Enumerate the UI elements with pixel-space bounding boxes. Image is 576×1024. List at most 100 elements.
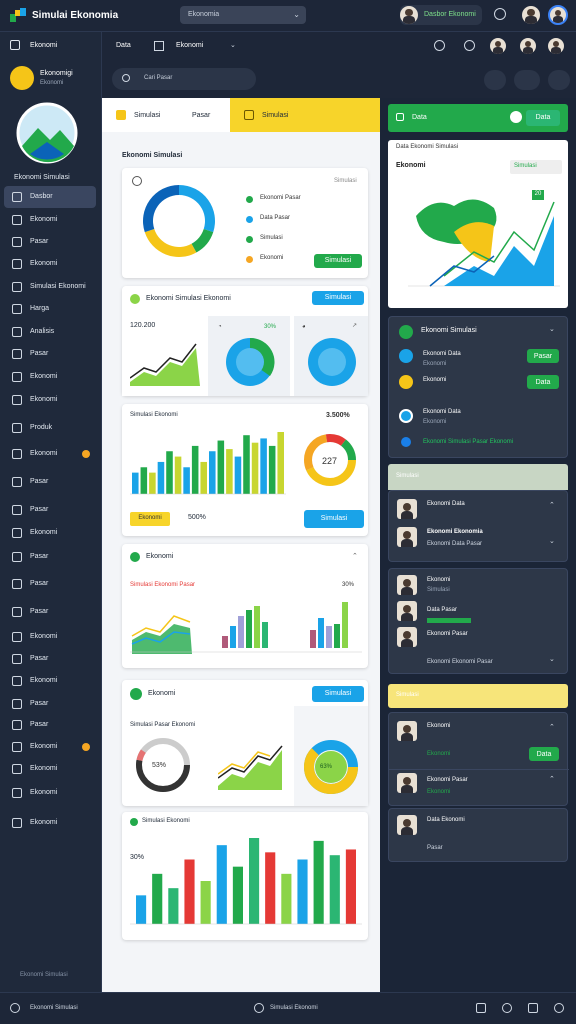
chevron-down-icon[interactable]: ⌄ bbox=[549, 325, 555, 333]
main-panel: Simulasi Pasar Simulasi Ekonomi Simulasi… bbox=[102, 98, 380, 992]
list-item-label: Ekonomi bbox=[423, 377, 447, 383]
right-list-panel-5: Data Ekonomi Pasar bbox=[388, 808, 568, 862]
sidebar-item[interactable]: Pasar bbox=[4, 471, 96, 493]
sidebar-item[interactable]: Ekonomi bbox=[4, 253, 96, 275]
search-input[interactable]: Cari Pasar bbox=[112, 68, 256, 90]
chat-icon[interactable] bbox=[528, 1003, 538, 1013]
notification-button[interactable] bbox=[484, 70, 506, 90]
avatar[interactable] bbox=[520, 38, 536, 54]
menu-item-icon bbox=[12, 237, 22, 247]
sidebar-item-label: Ekonomi bbox=[30, 373, 58, 380]
profile-pill-label: Dasbor Ekonomi bbox=[424, 11, 476, 18]
settings-icon[interactable] bbox=[494, 8, 506, 20]
card-badge[interactable]: Simulasi bbox=[510, 160, 562, 174]
globe-icon bbox=[399, 325, 413, 339]
help-icon[interactable] bbox=[464, 40, 475, 51]
menu-button[interactable] bbox=[548, 70, 570, 90]
line-chart-icon bbox=[130, 343, 200, 386]
message-button[interactable] bbox=[514, 70, 540, 90]
list-item-button[interactable]: Data bbox=[529, 747, 559, 761]
sidebar-item[interactable]: Ekonomi bbox=[4, 782, 96, 804]
sidebar-item[interactable]: Ekonomi bbox=[4, 626, 96, 648]
sidebar-item[interactable]: Pasar bbox=[4, 693, 96, 715]
banner-toggle-icon[interactable] bbox=[510, 111, 522, 123]
list-item-label: Data Pasar bbox=[427, 607, 458, 613]
avatar bbox=[400, 6, 418, 24]
list-item-button[interactable]: Data bbox=[527, 375, 559, 389]
chevron-up-icon[interactable]: ⌃ bbox=[549, 723, 555, 731]
menu-item-icon bbox=[12, 349, 22, 359]
sidebar-item[interactable]: Ekonomi bbox=[4, 758, 96, 780]
avatar[interactable] bbox=[522, 6, 540, 24]
sidebar-item[interactable]: Pasar bbox=[4, 343, 96, 365]
sidebar-item[interactable]: Ekonomi bbox=[4, 366, 96, 388]
menu-item-icon bbox=[12, 818, 22, 828]
simulasi-button[interactable]: Simulasi bbox=[312, 291, 364, 305]
sidebar-item[interactable]: Ekonomi bbox=[4, 670, 96, 692]
top-profile-pill[interactable]: Dasbor Ekonomi bbox=[400, 5, 482, 25]
banner-button[interactable]: Data bbox=[526, 110, 560, 126]
sidebar-item[interactable]: Pasar bbox=[4, 231, 96, 253]
home-icon bbox=[10, 40, 20, 50]
tab-pasar[interactable]: Pasar bbox=[192, 112, 210, 119]
bottom-bar-chart-card: Simulasi Ekonomi 30% bbox=[122, 812, 368, 940]
chevron-up-icon[interactable]: ⌃ bbox=[352, 552, 358, 560]
sidebar-item[interactable]: Ekonomi bbox=[4, 736, 96, 758]
tab-simulasi[interactable]: Simulasi bbox=[134, 112, 160, 119]
sidebar-item[interactable]: Analisis bbox=[4, 321, 96, 343]
bar bbox=[251, 442, 259, 494]
avatar[interactable] bbox=[548, 38, 564, 54]
sidebar-item[interactable]: Simulasi Ekonomi bbox=[4, 276, 96, 298]
pie-chart bbox=[308, 338, 356, 386]
settings-icon[interactable] bbox=[554, 1003, 564, 1013]
list-item-link[interactable]: Ekonomi Simulasi Pasar Ekonomi bbox=[423, 439, 513, 445]
sidebar-item[interactable]: Pasar bbox=[4, 601, 96, 623]
toolbar-tab-data[interactable]: Data bbox=[116, 42, 131, 49]
avatar[interactable] bbox=[490, 38, 506, 54]
gauge-card: Ekonomi Simulasi Simulasi Pasar Ekonomi … bbox=[122, 680, 368, 806]
sidebar-item[interactable]: Dasbor bbox=[4, 186, 96, 208]
list-item-sub: Ekonomi bbox=[423, 361, 447, 367]
sidebar-item[interactable]: Harga bbox=[4, 298, 96, 320]
sidebar-item[interactable]: Pasar bbox=[4, 648, 96, 670]
avatar bbox=[397, 575, 417, 595]
sidebar-item[interactable]: Ekonomi bbox=[4, 443, 96, 465]
expand-icon[interactable]: ↗ bbox=[352, 322, 357, 329]
avatar[interactable] bbox=[548, 5, 568, 25]
sidebar-header: Ekonomi bbox=[30, 42, 58, 49]
chevron-up-icon[interactable]: ⌃ bbox=[549, 775, 555, 783]
tag[interactable]: Ekonomi bbox=[130, 512, 170, 526]
chevron-down-icon: ⌄ bbox=[293, 10, 300, 19]
sidebar-item[interactable]: Pasar bbox=[4, 499, 96, 521]
sidebar-item[interactable]: Ekonomi bbox=[4, 389, 96, 411]
chevron-up-icon[interactable]: ⌃ bbox=[549, 501, 555, 509]
sidebar-item[interactable]: Ekonomi bbox=[4, 812, 96, 834]
list-item-button[interactable]: Pasar bbox=[527, 349, 559, 363]
refresh-icon[interactable] bbox=[434, 40, 445, 51]
list-item-sub: Ekonomi bbox=[427, 789, 451, 795]
sidebar-item[interactable]: Ekonomi bbox=[4, 209, 96, 231]
globe-icon[interactable] bbox=[254, 1003, 264, 1013]
sidebar-item-label: Analisis bbox=[30, 328, 55, 335]
chevron-down-icon[interactable]: ⌄ bbox=[230, 41, 236, 49]
sidebar-item[interactable]: Produk bbox=[4, 417, 96, 439]
top-search-dropdown[interactable]: Ekonomia ⌄ bbox=[180, 6, 306, 24]
user-avatar[interactable] bbox=[10, 66, 34, 90]
tab-active-simulasi[interactable]: Simulasi bbox=[230, 98, 380, 132]
sidebar-item[interactable]: Pasar bbox=[4, 546, 96, 568]
sidebar-item[interactable]: Pasar bbox=[4, 573, 96, 595]
simulasi-button[interactable]: Simulasi bbox=[304, 510, 364, 528]
user-icon[interactable] bbox=[10, 1003, 20, 1013]
simulasi-button[interactable]: Simulasi bbox=[314, 254, 362, 268]
info-icon[interactable] bbox=[476, 1003, 486, 1013]
sidebar-item[interactable]: Pasar bbox=[4, 714, 96, 736]
progress-bar bbox=[427, 618, 471, 623]
sidebar-item[interactable]: Ekonomi bbox=[4, 522, 96, 544]
chevron-down-icon[interactable]: ⌄ bbox=[549, 537, 555, 545]
help-icon[interactable] bbox=[502, 1003, 512, 1013]
sidebar-footer: Ekonomi Simulasi bbox=[20, 972, 68, 978]
simulasi-button[interactable]: Simulasi bbox=[312, 686, 364, 702]
toolbar-tab-ekonomi[interactable]: Ekonomi bbox=[176, 42, 203, 49]
chevron-down-icon[interactable]: ⌄ bbox=[549, 655, 555, 663]
avatar bbox=[397, 773, 417, 793]
